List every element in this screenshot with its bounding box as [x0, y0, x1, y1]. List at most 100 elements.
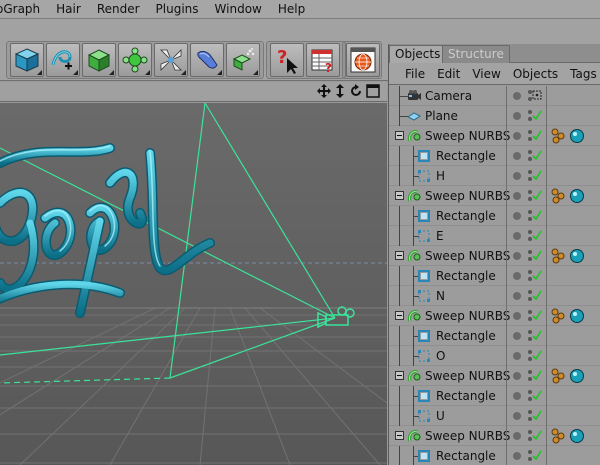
- enabled-check-icon[interactable]: [532, 409, 542, 421]
- enabled-check-icon[interactable]: [532, 169, 542, 181]
- enabled-check-icon[interactable]: [532, 109, 542, 121]
- layer-dot-icon[interactable]: [513, 152, 521, 160]
- om-menu-file[interactable]: File: [401, 63, 433, 85]
- nurbs-button[interactable]: [82, 43, 116, 77]
- material-tag-icon[interactable]: [569, 128, 585, 144]
- layer-dot-icon[interactable]: [513, 392, 521, 400]
- tab-objects[interactable]: Objects: [389, 45, 447, 63]
- collapse-toggle[interactable]: [395, 311, 404, 320]
- camera-target-icon[interactable]: [532, 89, 542, 101]
- layer-dot-icon[interactable]: [513, 92, 521, 100]
- object-row[interactable]: Sweep NURBS: [389, 186, 600, 206]
- phong-tag-icon[interactable]: [550, 248, 566, 264]
- render-globe-button[interactable]: [346, 43, 380, 77]
- material-tag-icon[interactable]: [569, 368, 585, 384]
- viewport[interactable]: [0, 103, 387, 465]
- enabled-check-icon[interactable]: [532, 429, 542, 441]
- phong-tag-icon[interactable]: [550, 368, 566, 384]
- material-tag-icon[interactable]: [569, 428, 585, 444]
- object-row[interactable]: E: [389, 226, 600, 246]
- deformer-button[interactable]: [190, 43, 224, 77]
- object-name[interactable]: Sweep NURBS: [425, 426, 510, 446]
- layer-dot-icon[interactable]: [513, 132, 521, 140]
- om-menu-edit[interactable]: Edit: [433, 63, 468, 85]
- layer-dot-icon[interactable]: [513, 412, 521, 420]
- rotate-view-button[interactable]: [349, 84, 363, 98]
- enabled-check-icon[interactable]: [532, 369, 542, 381]
- object-name[interactable]: Rectangle: [436, 206, 496, 226]
- menu-mograph[interactable]: oGraph: [0, 0, 48, 19]
- object-row[interactable]: U: [389, 406, 600, 426]
- enabled-check-icon[interactable]: [532, 209, 542, 221]
- material-tag-icon[interactable]: [569, 248, 585, 264]
- layer-dot-icon[interactable]: [513, 232, 521, 240]
- object-row[interactable]: Sweep NURBS: [389, 366, 600, 386]
- object-name[interactable]: Sweep NURBS: [425, 366, 510, 386]
- layer-dot-icon[interactable]: [513, 212, 521, 220]
- material-tag-icon[interactable]: [569, 308, 585, 324]
- object-name[interactable]: Sweep NURBS: [425, 306, 510, 326]
- layer-dot-icon[interactable]: [513, 272, 521, 280]
- object-row[interactable]: Rectangle: [389, 206, 600, 226]
- menu-render[interactable]: Render: [89, 0, 148, 19]
- layer-dot-icon[interactable]: [513, 432, 521, 440]
- layer-dot-icon[interactable]: [513, 112, 521, 120]
- menu-help[interactable]: Help: [270, 0, 313, 19]
- environment-button[interactable]: [226, 43, 260, 77]
- object-row[interactable]: Sweep NURBS: [389, 426, 600, 446]
- tab-structure[interactable]: Structure: [442, 45, 510, 63]
- layer-dot-icon[interactable]: [513, 372, 521, 380]
- object-row[interactable]: Plane: [389, 106, 600, 126]
- menu-window[interactable]: Window: [207, 0, 270, 19]
- enabled-check-icon[interactable]: [532, 229, 542, 241]
- zoom-view-button[interactable]: [333, 84, 347, 98]
- object-row[interactable]: H: [389, 166, 600, 186]
- object-name[interactable]: Rectangle: [436, 446, 496, 465]
- object-row[interactable]: O: [389, 346, 600, 366]
- collapse-toggle[interactable]: [395, 251, 404, 260]
- array-button[interactable]: [118, 43, 152, 77]
- layer-dot-icon[interactable]: [513, 192, 521, 200]
- object-name[interactable]: Plane: [425, 106, 458, 126]
- om-menu-objects[interactable]: Objects: [509, 63, 566, 85]
- phong-tag-icon[interactable]: [550, 128, 566, 144]
- object-name[interactable]: Rectangle: [436, 326, 496, 346]
- object-row[interactable]: Rectangle: [389, 266, 600, 286]
- layer-dot-icon[interactable]: [513, 312, 521, 320]
- phong-tag-icon[interactable]: [550, 188, 566, 204]
- object-name[interactable]: Camera: [425, 86, 472, 106]
- layer-dot-icon[interactable]: [513, 352, 521, 360]
- layer-dot-icon[interactable]: [513, 452, 521, 460]
- enabled-check-icon[interactable]: [532, 189, 542, 201]
- collapse-toggle[interactable]: [395, 131, 404, 140]
- help-pointer-button[interactable]: ?: [270, 43, 304, 77]
- object-name[interactable]: Rectangle: [436, 386, 496, 406]
- enabled-check-icon[interactable]: [532, 269, 542, 281]
- object-row[interactable]: Rectangle: [389, 146, 600, 166]
- object-row[interactable]: Sweep NURBS: [389, 126, 600, 146]
- material-tag-icon[interactable]: [569, 188, 585, 204]
- object-name[interactable]: E: [436, 226, 444, 246]
- layer-dot-icon[interactable]: [513, 332, 521, 340]
- menu-hair[interactable]: Hair: [48, 0, 89, 19]
- object-row[interactable]: Sweep NURBS: [389, 306, 600, 326]
- object-name[interactable]: Rectangle: [436, 266, 496, 286]
- enabled-check-icon[interactable]: [532, 349, 542, 361]
- spline-button[interactable]: [46, 43, 80, 77]
- phong-tag-icon[interactable]: [550, 428, 566, 444]
- object-name[interactable]: O: [436, 346, 445, 366]
- object-row[interactable]: Rectangle: [389, 446, 600, 465]
- scene-button[interactable]: [154, 43, 188, 77]
- enabled-check-icon[interactable]: [532, 329, 542, 341]
- maximize-view-button[interactable]: [366, 84, 380, 98]
- enabled-check-icon[interactable]: [532, 289, 542, 301]
- object-name[interactable]: U: [436, 406, 445, 426]
- object-name[interactable]: Sweep NURBS: [425, 126, 510, 146]
- collapse-toggle[interactable]: [395, 371, 404, 380]
- layer-dot-icon[interactable]: [513, 252, 521, 260]
- enabled-check-icon[interactable]: [532, 389, 542, 401]
- collapse-toggle[interactable]: [395, 191, 404, 200]
- om-menu-tags[interactable]: Tags: [566, 63, 600, 85]
- enabled-check-icon[interactable]: [532, 449, 542, 461]
- object-name[interactable]: H: [436, 166, 445, 186]
